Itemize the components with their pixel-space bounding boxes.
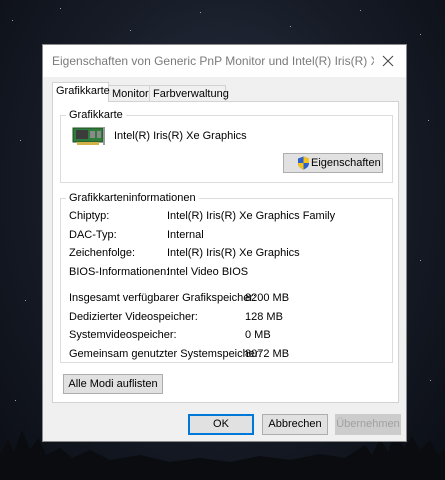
adapter-info-group-label: Grafikkarteninformationen bbox=[66, 192, 199, 205]
ok-button[interactable]: OK bbox=[188, 414, 254, 435]
adapter-properties-label: Eigenschaften bbox=[311, 157, 381, 169]
display-properties-dialog: Eigenschaften von Generic PnP Monitor un… bbox=[42, 44, 407, 442]
cancel-button[interactable]: Abbrechen bbox=[262, 414, 328, 435]
title-bar: Eigenschaften von Generic PnP Monitor un… bbox=[43, 45, 406, 77]
tab-grafikkarte[interactable]: Grafikkarte bbox=[52, 82, 110, 102]
tab-monitor[interactable]: Monitor bbox=[108, 85, 150, 101]
adapter-group: Grafikkarte Intel(R) Iris(R) Xe Graphics bbox=[60, 109, 393, 183]
uac-shield-icon bbox=[297, 156, 310, 173]
tab-panel-grafikkarte: Grafikkarte Intel(R) Iris(R) Xe Graphics bbox=[52, 101, 399, 403]
shared-system-memory-value: 8072 MB bbox=[245, 348, 290, 360]
chiptyp-label: Chiptyp: bbox=[69, 210, 110, 222]
tab-farbverwaltung[interactable]: Farbverwaltung bbox=[149, 85, 229, 101]
close-icon[interactable] bbox=[378, 51, 398, 71]
system-video-memory-value: 0 MB bbox=[245, 329, 271, 341]
shared-system-memory-label: Gemeinsam genutzter Systemspeicher: bbox=[69, 348, 262, 360]
adapter-name: Intel(R) Iris(R) Xe Graphics bbox=[114, 130, 247, 142]
bios-info-label: BIOS-Informationen: bbox=[69, 266, 170, 278]
chiptyp-value: Intel(R) Iris(R) Xe Graphics Family bbox=[167, 210, 336, 222]
dac-typ-label: DAC-Typ: bbox=[69, 229, 117, 241]
system-video-memory-label: Systemvideospeicher: bbox=[69, 329, 177, 341]
dedicated-video-memory-value: 128 MB bbox=[245, 311, 283, 323]
dedicated-video-memory-label: Dedizierter Videospeicher: bbox=[69, 311, 198, 323]
adapter-properties-button[interactable]: Eigenschaften bbox=[283, 153, 383, 173]
zeichenfolge-label: Zeichenfolge: bbox=[69, 247, 136, 259]
apply-button[interactable]: Übernehmen bbox=[335, 414, 401, 435]
list-all-modes-button[interactable]: Alle Modi auflisten bbox=[63, 374, 163, 394]
total-graphics-memory-label: Insgesamt verfügbarer Grafikspeicher: bbox=[69, 292, 257, 304]
zeichenfolge-value: Intel(R) Iris(R) Xe Graphics bbox=[167, 247, 300, 259]
adapter-group-label: Grafikkarte bbox=[66, 109, 126, 122]
graphics-card-icon bbox=[72, 125, 106, 150]
dac-typ-value: Internal bbox=[167, 229, 204, 241]
window-title: Eigenschaften von Generic PnP Monitor un… bbox=[52, 54, 374, 68]
total-graphics-memory-value: 8200 MB bbox=[245, 292, 290, 304]
bios-info-value: Intel Video BIOS bbox=[167, 266, 249, 278]
